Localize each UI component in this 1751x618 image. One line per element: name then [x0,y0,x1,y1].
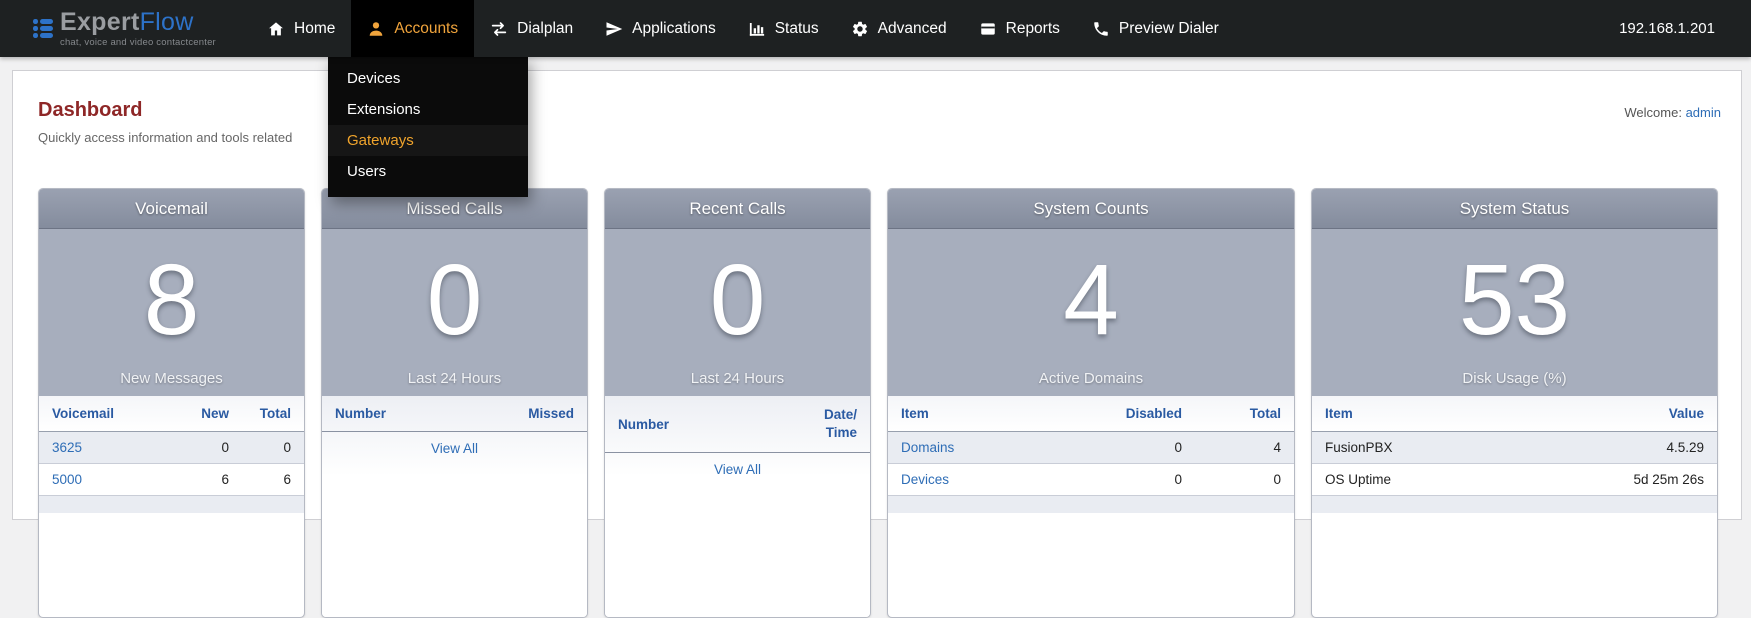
nav-item-dialplan[interactable]: Dialplan [474,0,589,57]
voicemail-card: Voicemail 8 New Messages Voicemail New T… [38,188,305,618]
system-status-card: System Status 53 Disk Usage (%) Item Val… [1311,188,1718,618]
table-row: 5000 6 6 [39,464,304,496]
expertflow-logo-icon [33,19,53,38]
menu-item-users[interactable]: Users [328,156,528,187]
home-icon [267,20,285,38]
table-row: OS Uptime 5d 25m 26s [1312,464,1717,496]
bar-chart-icon [748,20,766,38]
report-window-icon [979,20,997,38]
system-status-caption: Disk Usage (%) [1462,370,1566,396]
domains-link[interactable]: Domains [901,440,1072,455]
table-row: Domains 0 4 [888,432,1294,464]
content-panel: Dashboard Quickly access information and… [12,70,1742,520]
disk-usage-count: 53 [1459,229,1570,370]
page-subtitle: Quickly access information and tools rel… [38,130,1716,145]
paper-plane-icon [605,20,623,38]
nav-item-home[interactable]: Home [251,0,351,57]
card-title-recent-calls: Recent Calls [605,189,870,229]
logo-tagline: chat, voice and video contactcenter [60,37,216,48]
table-row-partial [888,496,1294,513]
nav-item-preview-dialer[interactable]: Preview Dialer [1076,0,1235,57]
menu-item-devices[interactable]: Devices [328,63,528,94]
system-counts-caption: Active Domains [1039,370,1143,396]
table-row: FusionPBX 4.5.29 [1312,432,1717,464]
devices-link[interactable]: Devices [901,472,1072,487]
main-menu: Home Accounts Dialplan Applications Stat… [251,0,1235,57]
system-counts-card: System Counts 4 Active Domains Item Disa… [887,188,1295,618]
view-all-link[interactable]: View All [714,462,761,477]
table-header: Number Missed [322,396,587,432]
welcome-message: Welcome: admin [1624,105,1721,120]
phone-icon [1092,20,1110,38]
gear-icon [851,20,869,38]
expertflow-logo[interactable]: ExpertFlow chat, voice and video contact… [33,10,225,48]
table-row-partial [1312,496,1717,513]
server-ip: 192.168.1.201 [1619,20,1715,37]
table-row: 3625 0 0 [39,432,304,464]
nav-item-accounts[interactable]: Accounts [351,0,474,57]
table-header: Number Date/ Time [605,396,870,453]
card-title-system-status: System Status [1312,189,1717,229]
user-icon [367,20,385,38]
nav-item-applications[interactable]: Applications [589,0,732,57]
missed-calls-caption: Last 24 Hours [408,370,501,396]
table-row: Devices 0 0 [888,464,1294,496]
menu-item-gateways[interactable]: Gateways [328,125,528,156]
recent-calls-count: 0 [710,229,766,370]
voicemail-count: 8 [144,229,200,370]
dashboard-cards: Voicemail 8 New Messages Voicemail New T… [38,188,1718,618]
accounts-dropdown-menu: Devices Extensions Gateways Users [328,57,528,197]
active-domains-count: 4 [1063,229,1119,370]
card-title-voicemail: Voicemail [39,189,304,229]
voicemail-box-link[interactable]: 5000 [52,472,167,487]
card-title-system-counts: System Counts [888,189,1294,229]
menu-item-extensions[interactable]: Extensions [328,94,528,125]
welcome-user-link[interactable]: admin [1686,105,1721,120]
table-header: Item Value [1312,396,1717,432]
page-title: Dashboard [38,99,1716,122]
table-header: Voicemail New Total [39,396,304,432]
voicemail-caption: New Messages [120,370,223,396]
nav-item-reports[interactable]: Reports [963,0,1076,57]
missed-calls-card: Missed Calls 0 Last 24 Hours Number Miss… [321,188,588,618]
table-header: Item Disabled Total [888,396,1294,432]
view-all-link[interactable]: View All [431,441,478,456]
nav-item-status[interactable]: Status [732,0,835,57]
voicemail-box-link[interactable]: 3625 [52,440,167,455]
recent-calls-caption: Last 24 Hours [691,370,784,396]
nav-item-advanced[interactable]: Advanced [835,0,963,57]
table-row-partial [39,496,304,513]
logo-wordmark: ExpertFlow [60,10,216,35]
page-header: Dashboard Quickly access information and… [13,71,1741,145]
recent-calls-card: Recent Calls 0 Last 24 Hours Number Date… [604,188,871,618]
missed-calls-count: 0 [427,229,483,370]
top-navbar: ExpertFlow chat, voice and video contact… [0,0,1751,57]
swap-arrows-icon [490,20,508,38]
